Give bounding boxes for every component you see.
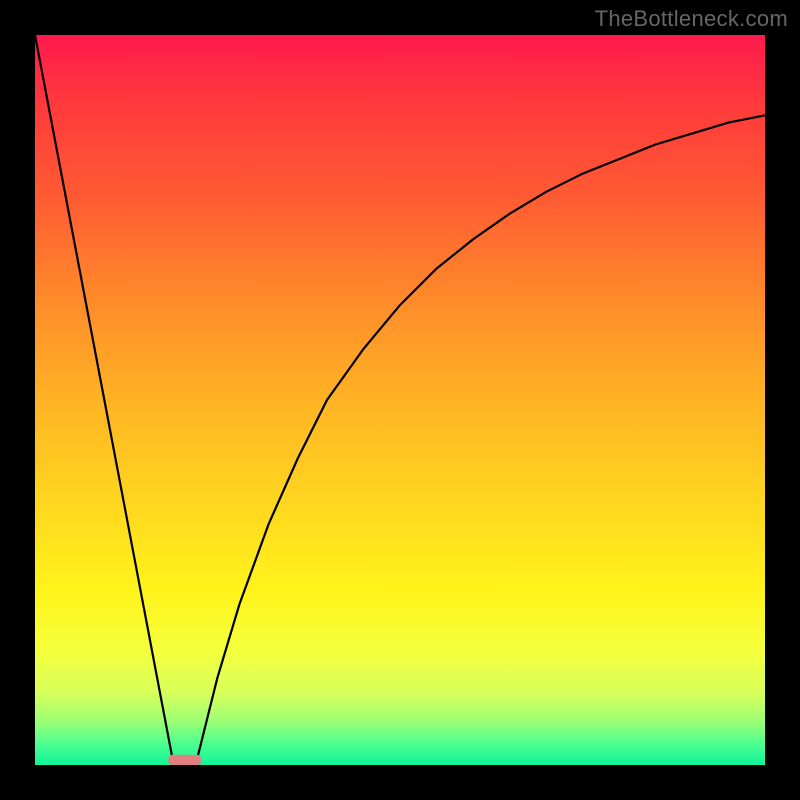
right-rising-curve-line	[196, 115, 765, 765]
watermark-text: TheBottleneck.com	[595, 6, 788, 32]
bottleneck-marker	[168, 755, 201, 765]
left-falling-edge-line	[35, 35, 174, 765]
plot-area	[35, 35, 765, 765]
chart-svg	[35, 35, 765, 765]
chart-frame: TheBottleneck.com	[0, 0, 800, 800]
